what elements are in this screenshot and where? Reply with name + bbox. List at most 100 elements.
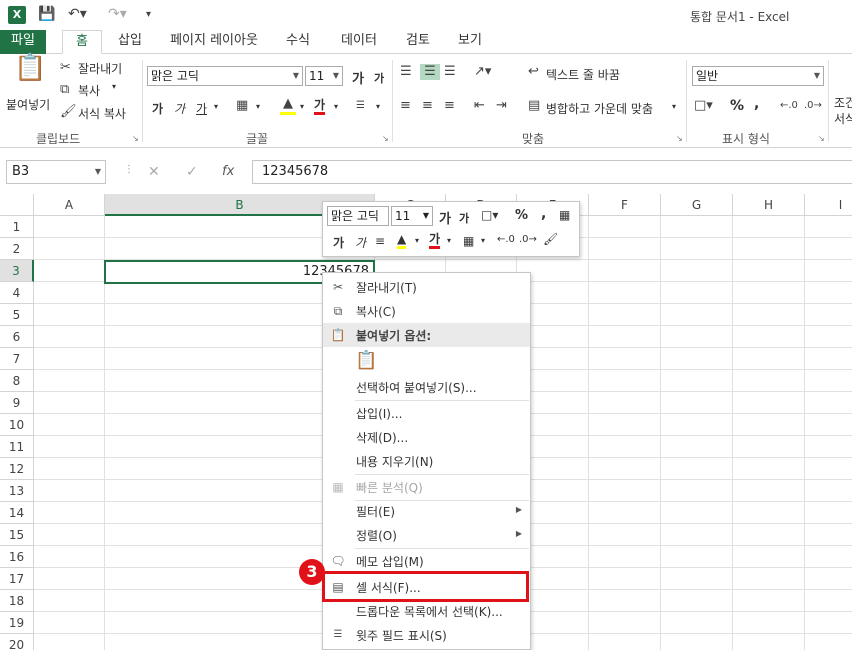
menu-item-paste-special[interactable]: 선택하여 붙여넣기(S)... <box>323 375 530 399</box>
cancel-icon[interactable]: ✕ <box>148 164 160 180</box>
phonetic-guide-icon[interactable]: ☰ <box>356 98 365 114</box>
menu-item-insert-comment[interactable]: 🗨 메모 삽입(M) <box>323 549 530 573</box>
align-center-icon[interactable]: ≡ <box>422 98 433 114</box>
menu-item-filter[interactable]: 필터(E) ▶ <box>323 499 530 523</box>
mini-percent-button[interactable]: % <box>515 208 528 223</box>
row-header[interactable]: 20 <box>0 634 34 650</box>
row-header[interactable]: 15 <box>0 524 34 546</box>
column-header[interactable]: F <box>589 194 661 216</box>
menu-item-copy[interactable]: ⧉ 복사(C) <box>323 299 530 323</box>
row-header[interactable]: 19 <box>0 612 34 634</box>
mini-decrease-decimal-icon[interactable]: .0→ <box>519 234 537 245</box>
font-launcher-icon[interactable]: ↘ <box>382 134 389 143</box>
merge-dropdown-icon[interactable]: ▾ <box>672 102 676 111</box>
row-header[interactable]: 9 <box>0 392 34 414</box>
row-header[interactable]: 11 <box>0 436 34 458</box>
align-middle-icon[interactable]: ☰ <box>420 64 440 80</box>
row-header[interactable]: 12 <box>0 458 34 480</box>
menu-item-delete[interactable]: 삭제(D)... <box>323 425 530 449</box>
align-top-icon[interactable]: ☰ <box>400 64 412 80</box>
tab-home[interactable]: 홈 <box>62 30 102 54</box>
mini-font-color-dropdown-icon[interactable]: ▾ <box>447 236 451 245</box>
font-color-dropdown-icon[interactable]: ▾ <box>334 102 338 111</box>
undo-icon[interactable]: ↶▾ <box>68 6 87 22</box>
row-header[interactable]: 18 <box>0 590 34 612</box>
tab-file[interactable]: 파일 <box>0 30 46 54</box>
alignment-launcher-icon[interactable]: ↘ <box>676 134 683 143</box>
row-header[interactable]: 17 <box>0 568 34 590</box>
wrap-text-button[interactable]: 텍스트 줄 바꿈 <box>546 66 620 83</box>
mini-shrink-font-button[interactable]: 가 <box>459 210 469 226</box>
row-header[interactable]: 8 <box>0 370 34 392</box>
tab-formulas[interactable]: 수식 <box>278 30 318 54</box>
name-box[interactable]: B3 ▼ <box>6 160 106 184</box>
copy-dropdown-icon[interactable]: ▾ <box>112 82 116 91</box>
percent-style-button[interactable]: % <box>730 98 744 114</box>
row-header[interactable]: 3 <box>0 260 34 282</box>
insert-function-icon[interactable]: fx <box>222 164 234 179</box>
accounting-format-icon[interactable]: □▾ <box>694 98 713 114</box>
column-header[interactable]: A <box>34 194 105 216</box>
clipboard-launcher-icon[interactable]: ↘ <box>132 134 139 143</box>
row-header[interactable]: 2 <box>0 238 34 260</box>
mini-format-icon[interactable]: ▦ <box>559 208 570 222</box>
phonetic-dropdown-icon[interactable]: ▾ <box>376 102 380 111</box>
align-bottom-icon[interactable]: ☰ <box>444 64 456 80</box>
comma-style-button[interactable]: , <box>754 96 759 112</box>
bold-button[interactable]: 가 <box>152 100 163 117</box>
redo-icon[interactable]: ↷▾ <box>108 6 127 22</box>
customize-qa-icon[interactable]: ▾ <box>146 9 151 20</box>
decrease-indent-icon[interactable]: ⇤ <box>474 98 485 114</box>
font-name-select[interactable]: 맑은 고딕 ▼ <box>147 66 303 86</box>
mini-border-dropdown-icon[interactable]: ▾ <box>481 236 485 245</box>
mini-format-painter-icon[interactable]: 🖌 <box>543 232 558 246</box>
underline-button[interactable]: 가 <box>196 100 207 117</box>
column-header[interactable]: H <box>733 194 805 216</box>
mini-fill-color-icon[interactable]: ▲ <box>397 232 407 249</box>
formula-input[interactable]: 12345678 <box>252 160 852 184</box>
column-header[interactable]: I <box>805 194 852 216</box>
select-all-corner[interactable] <box>0 194 34 216</box>
mini-comma-button[interactable]: , <box>541 206 546 222</box>
format-painter-button[interactable]: 서식 복사 <box>78 105 126 122</box>
paste-icon[interactable]: 📋 <box>14 55 46 94</box>
font-color-button[interactable]: 가 <box>314 98 326 115</box>
row-header[interactable]: 6 <box>0 326 34 348</box>
tab-data[interactable]: 데이터 <box>334 30 384 54</box>
number-launcher-icon[interactable]: ↘ <box>818 134 825 143</box>
merge-center-button[interactable]: 병합하고 가운데 맞춤 <box>546 100 653 117</box>
menu-item-sort[interactable]: 정렬(O) ▶ <box>323 523 530 547</box>
row-header[interactable]: 7 <box>0 348 34 370</box>
mini-fill-dropdown-icon[interactable]: ▾ <box>415 236 419 245</box>
row-header[interactable]: 13 <box>0 480 34 502</box>
row-header[interactable]: 5 <box>0 304 34 326</box>
decrease-decimal-icon[interactable]: .0→ <box>804 98 822 114</box>
tab-insert[interactable]: 삽입 <box>108 30 152 54</box>
menu-item-show-phonetic[interactable]: ☰ 윗주 필드 표시(S) <box>323 623 530 647</box>
column-header[interactable]: G <box>661 194 733 216</box>
save-icon[interactable]: 💾 <box>38 6 55 22</box>
mini-align-center-icon[interactable]: ≡ <box>375 234 385 248</box>
fill-dropdown-icon[interactable]: ▾ <box>300 102 304 111</box>
conditional-format-button[interactable]: 조건 <box>834 94 852 111</box>
mini-size-select[interactable]: 11 ▼ <box>391 206 433 226</box>
paste-button[interactable]: 붙여넣기 <box>6 96 50 113</box>
row-header[interactable]: 1 <box>0 216 34 238</box>
mini-increase-decimal-icon[interactable]: ←.0 <box>497 234 515 245</box>
menu-item-pick-from-dropdown[interactable]: 드롭다운 목록에서 선택(K)... <box>323 599 530 623</box>
menu-item-cut[interactable]: ✂ 잘라내기(T) <box>323 275 530 299</box>
number-format-select[interactable]: 일반 ▼ <box>692 66 824 86</box>
grow-font-button[interactable]: 가 <box>352 68 364 87</box>
increase-decimal-icon[interactable]: ←.0 <box>780 98 798 114</box>
mini-font-color-button[interactable]: 가 <box>429 232 441 249</box>
cut-button[interactable]: 잘라내기 <box>78 60 122 77</box>
menu-item-insert[interactable]: 삽입(I)... <box>323 401 530 425</box>
tab-review[interactable]: 검토 <box>398 30 438 54</box>
copy-button[interactable]: 복사 <box>78 82 100 99</box>
shrink-font-button[interactable]: 가 <box>374 70 384 86</box>
mini-italic-button[interactable]: 가 <box>355 234 366 251</box>
mini-font-select[interactable]: 맑은 고딕 <box>327 206 389 226</box>
row-header[interactable]: 14 <box>0 502 34 524</box>
tab-page-layout[interactable]: 페이지 레이아웃 <box>164 30 264 54</box>
mini-grow-font-button[interactable]: 가 <box>439 208 451 227</box>
